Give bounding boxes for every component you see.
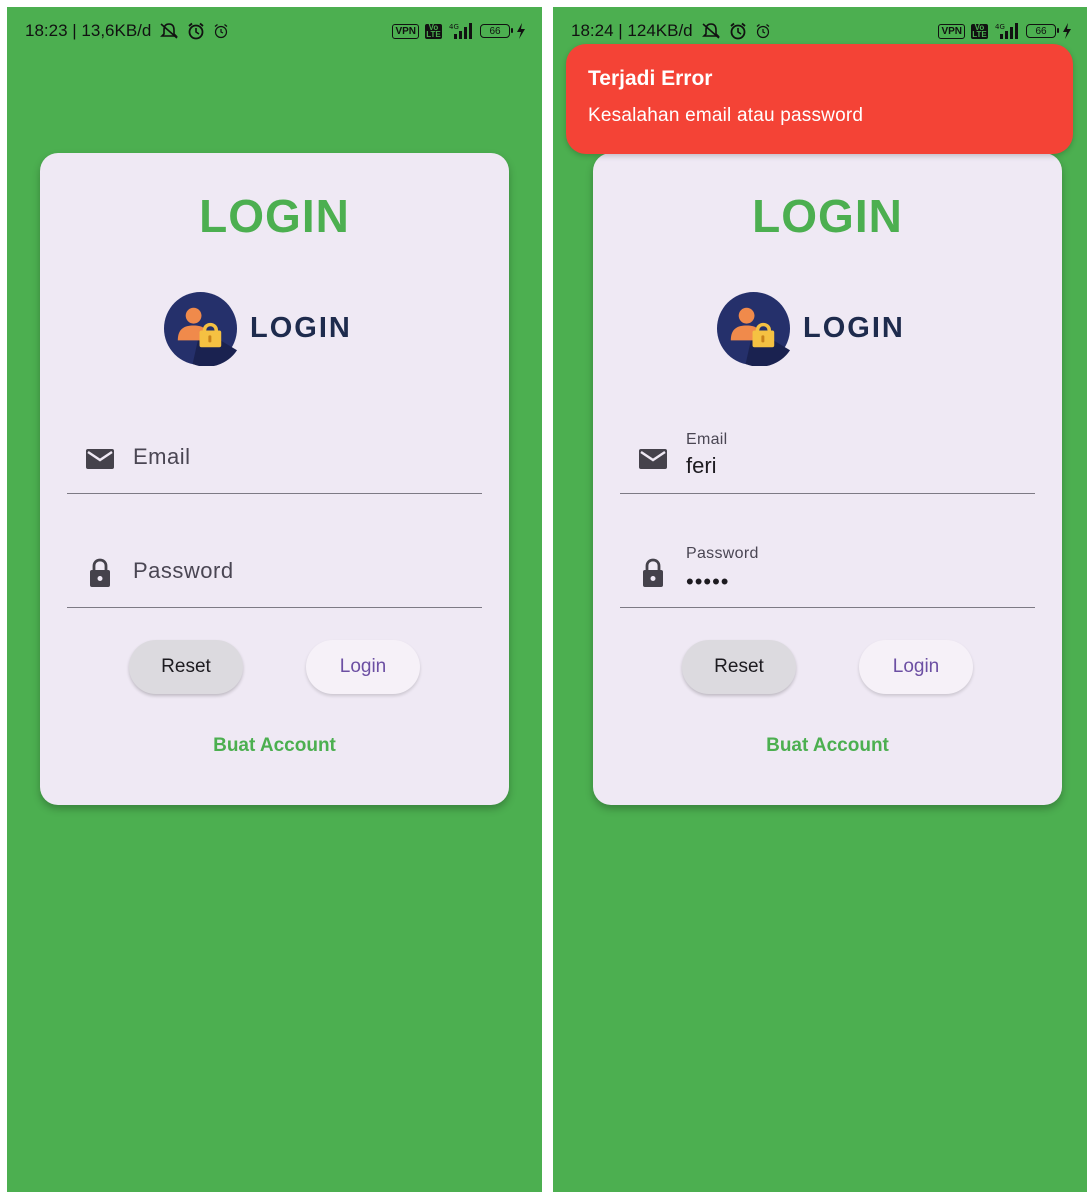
mute-icon [159,22,179,40]
login-card: LOGIN LOGIN Email Password Reset Login B… [40,153,509,805]
mail-icon [86,449,114,469]
email-label: Email [686,431,728,448]
charging-icon [1062,23,1072,39]
battery-icon: 66 [1026,24,1059,38]
alarm-outline-icon [755,23,771,39]
lock-icon [643,558,663,587]
svg-text:4G: 4G [995,23,1005,31]
page-title: LOGIN [752,190,903,242]
vpn-badge: VPN [392,23,419,39]
alarm-icon [187,22,205,40]
volte-icon: Vo LTE [425,23,442,39]
charging-icon [516,23,526,39]
signal-icon: 4G [448,22,474,40]
password-value[interactable]: ••••• [686,569,730,595]
reset-button[interactable]: Reset [129,640,243,694]
snackbar-title: Terjadi Error [588,67,713,90]
password-placeholder: Password [133,558,234,583]
login-button[interactable]: Login [859,640,973,694]
battery-level: 66 [489,25,501,37]
page-title: LOGIN [199,190,350,242]
mail-icon [639,449,667,469]
status-bar: 18:23 | 13,6KB/d VPN Vo LTE 4G 66 [7,7,542,55]
status-time: 18:23 | 13,6KB/d [25,21,152,40]
volte-icon: Vo LTE [971,23,988,39]
login-button[interactable]: Login [306,640,420,694]
battery-level: 66 [1035,25,1047,37]
battery-icon: 66 [480,24,513,38]
alarm-icon [729,22,747,40]
email-placeholder: Email [133,444,191,469]
reset-button[interactable]: Reset [682,640,796,694]
signal-icon: 4G [994,22,1020,40]
password-field[interactable]: Password ••••• [620,533,1035,608]
email-field[interactable]: Email [67,419,482,494]
logo-text: LOGIN [250,311,352,344]
password-field[interactable]: Password [67,533,482,608]
mute-icon [701,22,721,40]
lock-icon [90,558,110,587]
login-card: LOGIN LOGIN Email feri Password ••••• Re… [593,153,1062,805]
logo-text: LOGIN [803,311,905,344]
alarm-outline-icon [213,23,229,39]
login-screen-before: 18:23 | 13,6KB/d VPN Vo LTE 4G 66 LOGIN [7,7,542,1192]
login-logo-icon [716,291,791,366]
password-label: Password [686,545,759,562]
email-value[interactable]: feri [686,453,717,479]
create-account-link[interactable]: Buat Account [593,735,1062,757]
vpn-badge: VPN [938,23,965,39]
login-logo-icon [163,291,238,366]
snackbar-message: Kesalahan email atau password [588,105,864,126]
email-field[interactable]: Email feri [620,419,1035,494]
status-time: 18:24 | 124KB/d [571,21,693,40]
create-account-link[interactable]: Buat Account [40,735,509,757]
error-snackbar[interactable]: Terjadi Error Kesalahan email atau passw… [566,44,1073,154]
login-logo: LOGIN [716,290,916,366]
login-logo: LOGIN [163,290,363,366]
login-screen-after: 18:24 | 124KB/d VPN Vo LTE 4G 66 LOGIN L… [553,7,1087,1192]
svg-text:4G: 4G [449,23,459,31]
